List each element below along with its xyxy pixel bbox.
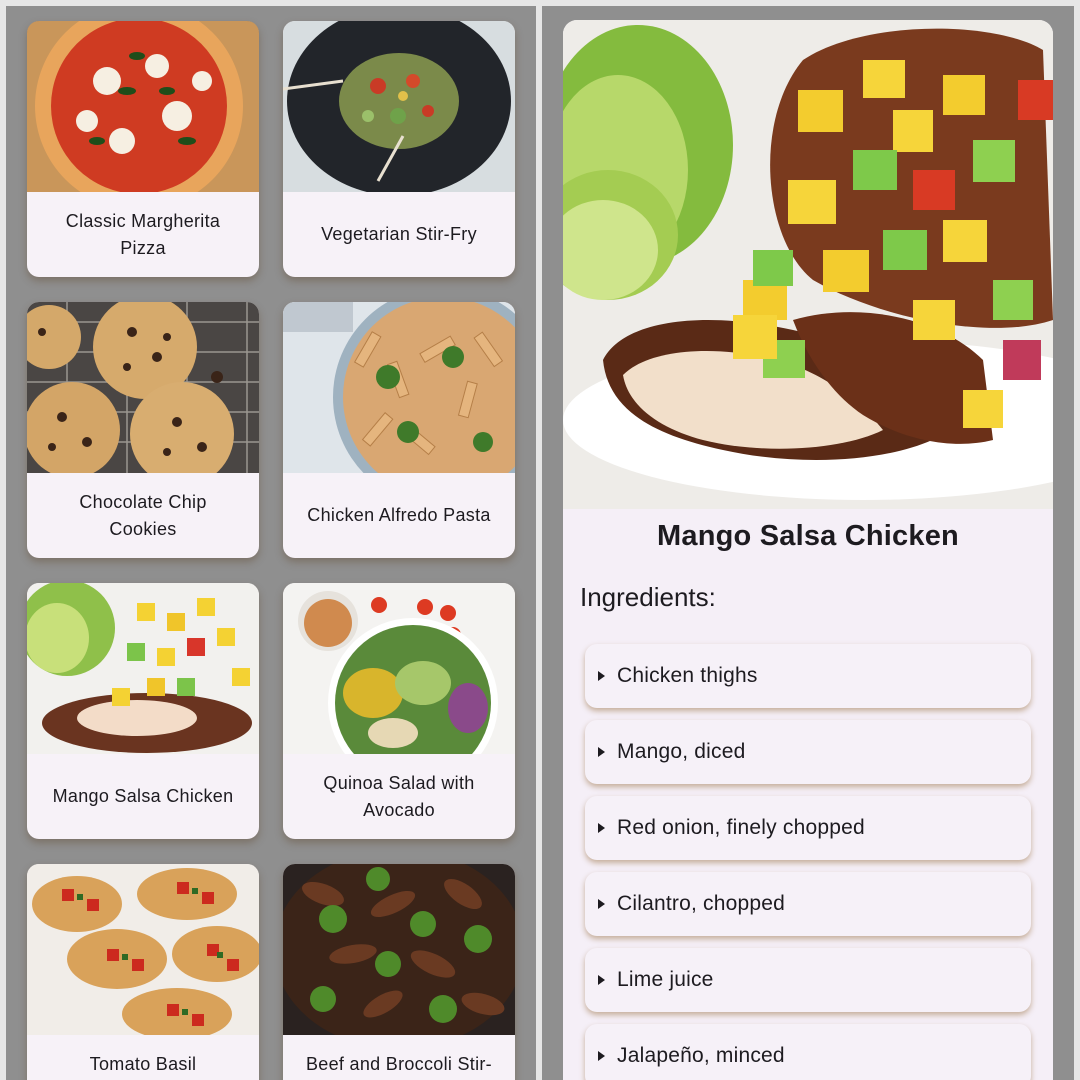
recipe-card-title: Beef and Broccoli Stir- — [306, 1054, 492, 1074]
recipe-card-chocolate-chip-cookies[interactable]: Chocolate Chip Cookies — [27, 302, 259, 558]
recipe-card-beef-broccoli-stir-fry[interactable]: Beef and Broccoli Stir- — [283, 864, 515, 1080]
recipe-image-cookies — [27, 302, 259, 473]
recipe-card-title: Chicken Alfredo Pasta — [307, 505, 491, 525]
recipe-card-title: Tomato Basil — [89, 1054, 197, 1074]
recipe-card-margherita-pizza[interactable]: Classic Margherita Pizza — [27, 21, 259, 277]
arrow-right-icon — [598, 671, 605, 681]
recipe-image-stir-fry — [283, 21, 515, 192]
ingredient-item-red-onion[interactable]: Red onion, finely chopped — [585, 796, 1031, 860]
ingredient-item-chicken-thighs[interactable]: Chicken thighs — [585, 644, 1031, 708]
recipe-title: Mango Salsa Chicken — [657, 520, 959, 552]
recipe-card-chicken-alfredo-pasta[interactable]: Chicken Alfredo Pasta — [283, 302, 515, 558]
recipe-card-tomato-basil[interactable]: Tomato Basil — [27, 864, 259, 1080]
recipe-card-title: Vegetarian Stir-Fry — [321, 224, 477, 244]
ingredient-item-cilantro[interactable]: Cilantro, chopped — [585, 872, 1031, 936]
recipe-card-title: Classic Margherita Pizza — [65, 210, 221, 258]
arrow-right-icon — [598, 1051, 605, 1061]
recipe-card-vegetarian-stir-fry[interactable]: Vegetarian Stir-Fry — [283, 21, 515, 277]
ingredient-item-jalapeno[interactable]: Jalapeño, minced — [585, 1024, 1031, 1080]
ingredient-label: Jalapeño, minced — [617, 1044, 785, 1067]
recipe-card-mango-salsa-chicken[interactable]: Mango Salsa Chicken — [27, 583, 259, 839]
ingredient-label: Cilantro, chopped — [617, 892, 786, 915]
recipe-image-pizza — [27, 21, 259, 192]
arrow-right-icon — [598, 899, 605, 909]
ingredients-heading: Ingredients: — [580, 582, 716, 612]
recipe-image-beef-broccoli — [283, 864, 515, 1035]
recipe-detail-screen: Mango Salsa Chicken Ingredients: Chicken… — [542, 6, 1074, 1080]
ingredient-label: Chicken thighs — [617, 664, 758, 687]
recipe-detail-card: Mango Salsa Chicken Ingredients: Chicken… — [563, 20, 1053, 1080]
arrow-right-icon — [598, 823, 605, 833]
recipe-image-tomato-basil — [27, 864, 259, 1035]
arrow-right-icon — [598, 975, 605, 985]
ingredient-item-lime-juice[interactable]: Lime juice — [585, 948, 1031, 1012]
recipe-card-title: Mango Salsa Chicken — [52, 786, 234, 806]
recipe-image-pasta — [283, 302, 515, 473]
ingredient-label: Mango, diced — [617, 740, 746, 763]
recipe-card-title: Chocolate Chip Cookies — [79, 491, 207, 539]
ingredient-item-mango[interactable]: Mango, diced — [585, 720, 1031, 784]
recipe-image-quinoa-salad — [283, 583, 515, 754]
recipe-list-screen: Classic Margherita Pizza Vegetarian Stir-… — [6, 6, 536, 1080]
recipe-hero-image — [563, 20, 1053, 509]
ingredient-label: Red onion, finely chopped — [617, 816, 865, 839]
arrow-right-icon — [598, 747, 605, 757]
ingredient-label: Lime juice — [617, 968, 714, 991]
recipe-image-mango-salsa-chicken — [27, 583, 259, 754]
recipe-card-title: Quinoa Salad with Avocado — [323, 772, 475, 820]
recipe-card-quinoa-salad[interactable]: Quinoa Salad with Avocado — [283, 583, 515, 839]
